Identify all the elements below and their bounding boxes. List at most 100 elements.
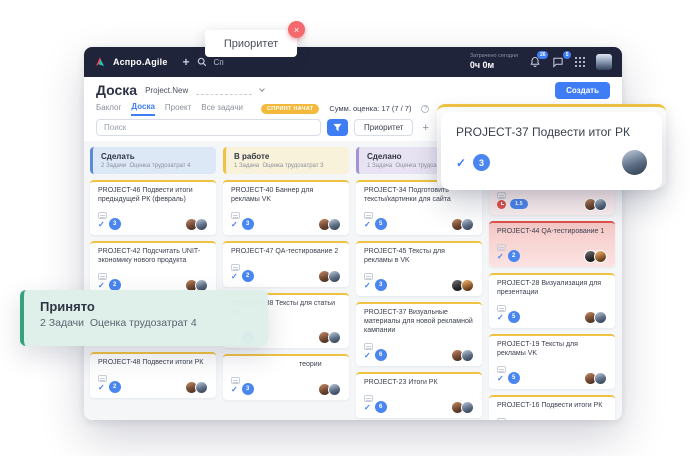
check-icon: ✓ [231, 272, 238, 281]
logo-icon [94, 56, 106, 68]
filter-chip-priority[interactable]: Приоритет [354, 119, 413, 136]
tooltip-label: Приоритет [224, 38, 278, 50]
close-icon[interactable]: × [288, 21, 305, 38]
task-card[interactable]: PROJECT-37 Визуальные материалы для ново… [356, 302, 482, 366]
task-card[interactable]: PROJECT-19 Тексты для рекламы VK ✓ 5 [489, 334, 615, 389]
estimate-badge: 5 [375, 218, 387, 230]
avatar [461, 218, 474, 231]
avatar [594, 372, 607, 385]
estimate-badge: 3 [242, 218, 254, 230]
task-card[interactable]: PROJECT-40 Баннер для рекламы VK ✓ 3 [223, 180, 349, 235]
task-card[interactable]: PROJECT-46 Подвести итоги предыдущей РК … [90, 180, 216, 235]
check-icon: ✓ [98, 281, 105, 290]
avatar [195, 381, 208, 394]
estimate-badge: 6 [375, 349, 387, 361]
deadline-icon [497, 200, 506, 209]
check-icon: ✓ [497, 252, 504, 261]
tab-project[interactable]: Проект [165, 103, 191, 115]
task-title: PROJECT-46 Подвести итоги предыдущей РК … [98, 186, 208, 204]
tab-backlog[interactable]: Баклог [96, 103, 121, 115]
help-icon[interactable]: ? [421, 105, 429, 113]
task-title: PROJECT-28 Визуализация для презентации [497, 279, 607, 297]
estimate-badge: 3 [242, 383, 254, 395]
task-card[interactable]: теории ✓ 3 [223, 354, 349, 400]
avatar [328, 383, 341, 396]
task-card[interactable]: PROJECT-48 Подвести итоги РК ✓ 2 [90, 352, 216, 398]
avatar [461, 349, 474, 362]
description-icon [497, 192, 506, 199]
check-icon: ✓ [231, 385, 238, 394]
task-title: PROJECT-48 Подвести итоги РК [98, 358, 208, 367]
check-icon: ✓ [497, 374, 504, 383]
estimate-badge: 1.5 [510, 199, 528, 209]
avatar [328, 270, 341, 283]
kanban-column-todo: Сделать 2 Задачи Оценка трудозатрат 4 PR… [90, 147, 216, 414]
avatar [594, 311, 607, 324]
column-header[interactable]: В работе 1 Задача Оценка трудозатрат 3 [223, 147, 349, 174]
task-popup-card[interactable]: PROJECT-37 Подвести итог РК ✓ 3 [441, 112, 662, 190]
task-title: PROJECT-45 Тексты для рекламы в VK [364, 247, 474, 265]
search-input[interactable] [96, 119, 321, 136]
check-icon: ✓ [231, 220, 238, 229]
avatar [461, 279, 474, 292]
avatar [594, 250, 607, 263]
description-icon [231, 264, 240, 271]
task-card[interactable]: PROJECT-42 Подсчитать UNIT-экономику нов… [90, 241, 216, 296]
check-icon: ✓ [364, 220, 371, 229]
description-icon [497, 305, 506, 312]
search-icon[interactable] [197, 57, 207, 67]
task-card[interactable]: PROJECT-16 Подвести итоги РК [489, 395, 615, 420]
drag-column-title: Принято [40, 299, 252, 314]
task-card[interactable]: PROJECT-28 Визуализация для презентации … [489, 273, 615, 328]
estimate-badge: 5 [508, 372, 520, 384]
messages-button[interactable]: 5 [552, 56, 564, 68]
add-icon[interactable]: + [183, 55, 190, 69]
description-icon [497, 244, 506, 251]
avatar [594, 198, 607, 211]
estimate-badge: 2 [508, 250, 520, 262]
description-icon [364, 343, 373, 350]
time-spent-value: 0ч 0м [470, 60, 518, 71]
task-title: теории [231, 360, 341, 369]
avatar [328, 218, 341, 231]
check-icon: ✓ [98, 220, 105, 229]
description-icon [98, 375, 107, 382]
task-title: PROJECT-42 Подсчитать UNIT-экономику нов… [98, 247, 208, 265]
tab-all-tasks[interactable]: Все задачи [201, 103, 243, 115]
avatar [195, 218, 208, 231]
notifications-button[interactable]: 26 [529, 56, 541, 68]
task-card[interactable]: PROJECT-47 QA-тестирование 2 ✓ 2 [223, 241, 349, 287]
estimate-badge: 2 [109, 381, 121, 393]
column-meta: 2 Задачи Оценка трудозатрат 4 [101, 163, 208, 169]
task-title: PROJECT-16 Подвести итоги РК [497, 401, 607, 410]
add-filter-button[interactable]: + [422, 122, 428, 134]
drag-column-preview[interactable]: Принято 2 Задачи Оценка трудозатрат 4 [20, 290, 268, 346]
priority-tooltip: Приоритет × [205, 30, 297, 57]
check-icon: ✓ [364, 281, 371, 290]
column-header[interactable]: Сделать 2 Задачи Оценка трудозатрат 4 [90, 147, 216, 174]
tab-board[interactable]: Доска [131, 102, 154, 116]
main-nav: Аспро.Agile + Сп Затрачено сегодня 0ч 0м… [84, 47, 622, 77]
task-title: PROJECT-19 Тексты для рекламы VK [497, 340, 607, 358]
task-title: PROJECT-47 QA-тестирование 2 [231, 247, 341, 256]
estimate-badge: 3 [109, 218, 121, 230]
notifications-badge: 26 [537, 51, 548, 59]
task-title: PROJECT-40 Баннер для рекламы VK [231, 186, 341, 204]
project-selector[interactable]: Project.New [145, 86, 188, 95]
apps-grid-icon[interactable] [575, 57, 585, 67]
nav-menu-item[interactable]: Сп [214, 58, 224, 67]
description-icon [364, 212, 373, 219]
chevron-down-icon[interactable] [259, 86, 265, 92]
chat-icon [552, 56, 564, 68]
task-card[interactable]: PROJECT-44 QA-тестирование 1 ✓ 2 [489, 221, 615, 267]
app-name: Аспро.Agile [113, 57, 168, 67]
task-card[interactable]: PROJECT-23 Итоги РК ✓ 6 [356, 372, 482, 418]
user-avatar[interactable] [596, 54, 612, 70]
task-card[interactable]: PROJECT-45 Тексты для рекламы в VK ✓ 3 [356, 241, 482, 296]
avatar [461, 401, 474, 414]
filter-button[interactable] [327, 119, 348, 136]
score-summary: Сумм. оценка: 17 (7 / 7) [329, 104, 411, 113]
avatar [622, 150, 647, 175]
create-button[interactable]: Создать [555, 82, 610, 99]
column-meta: 1 Задача Оценка трудозатрат 3 [234, 163, 341, 169]
